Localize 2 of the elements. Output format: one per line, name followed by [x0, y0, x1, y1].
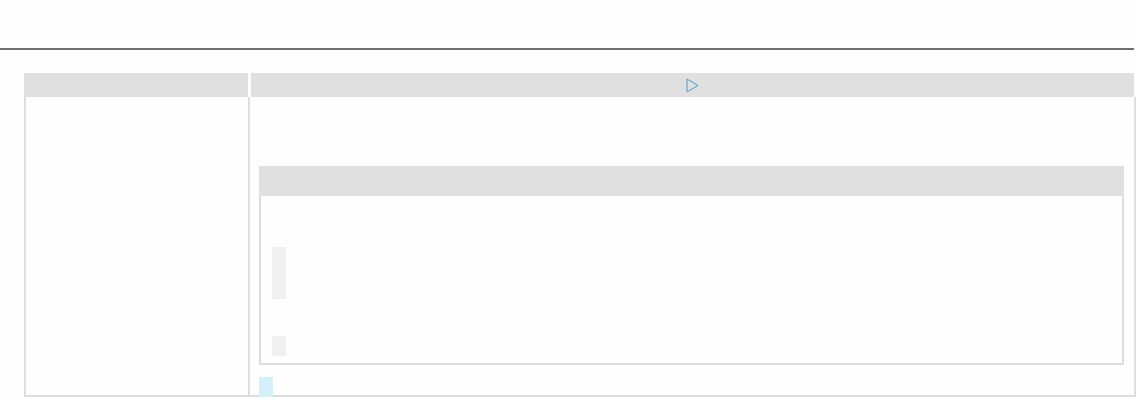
text-cursor	[259, 377, 273, 397]
play-icon[interactable]	[686, 77, 699, 93]
